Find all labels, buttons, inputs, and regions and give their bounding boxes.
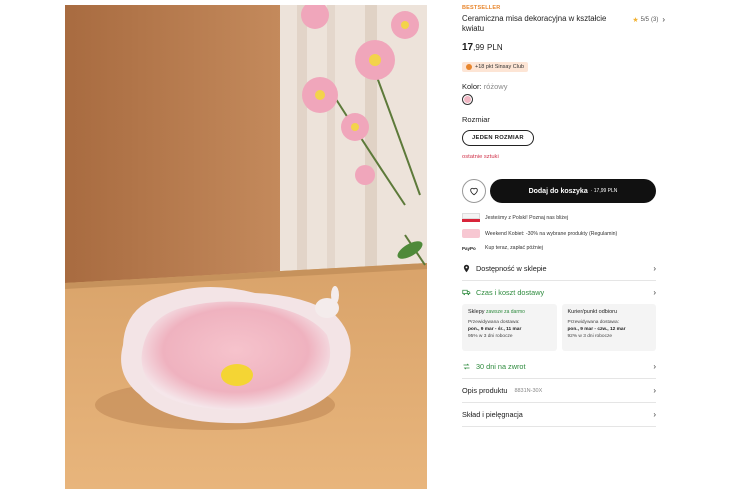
price-main: 17 [462, 42, 474, 53]
promo-icon [462, 229, 480, 238]
card-line: Przewidywana dostawa: [567, 320, 619, 325]
store-availability-label: Dostępność w sklepie [476, 264, 547, 273]
price-cents: ,99 [473, 43, 485, 52]
chevron-right-icon: › [662, 15, 665, 24]
card-dates: pon., 9 mar - śr., 11 mar [468, 327, 522, 332]
stock-note: ostatnie sztuki [462, 154, 499, 160]
location-pin-icon [463, 264, 470, 273]
add-to-cart-label: Dodaj do koszyka [528, 187, 588, 195]
product-photo[interactable] [65, 5, 427, 489]
card-tag: zawsze za darmo [486, 309, 525, 315]
rating-count: (3) [650, 16, 659, 23]
wishlist-button[interactable] [462, 179, 486, 203]
chevron-right-icon: › [653, 386, 656, 395]
product-image [65, 5, 427, 489]
chevron-right-icon: › [653, 264, 656, 273]
price: 17,99 PLN [462, 42, 656, 53]
add-to-cart-price: · 17,99 PLN [590, 188, 618, 194]
product-code: 8831N-30X [514, 387, 543, 394]
color-label: Kolor: różowy [462, 82, 656, 91]
card-dates: pon., 9 mar - czw., 12 mar [567, 327, 626, 332]
poland-flag-icon [462, 213, 480, 222]
paypo-icon: PayPo [462, 245, 476, 251]
size-option-button[interactable]: JEDEN ROZMIAR [462, 130, 534, 146]
delivery-card-courier: Kurier/punkt odbioru Przewidywana dostaw… [561, 304, 656, 351]
returns-row[interactable]: 30 dni na zwrot › [462, 355, 656, 379]
color-swatch-pink[interactable] [462, 94, 473, 105]
care-label: Skład i pielęgnacja [462, 410, 523, 419]
chevron-right-icon: › [653, 362, 656, 371]
card-title: Sklepy [468, 309, 485, 315]
product-title: Ceramiczna misa dekoracyjna w kształcie … [462, 14, 607, 33]
rating-link[interactable]: ★ 5/5 (3) › [632, 15, 665, 24]
description-row[interactable]: Opis produktu 8831N-30X › [462, 379, 656, 403]
club-points-text: +18 pkt Sinsay Club [475, 64, 525, 70]
return-arrows-icon [463, 363, 470, 370]
card-stat: 95% w 3 dni robocze [468, 334, 513, 339]
add-to-cart-button[interactable]: Dodaj do koszyka · 17,99 PLN [490, 179, 656, 203]
delivery-card-stores: Sklepy zawsze za darmo Przewidywana dost… [462, 304, 557, 351]
info-poland-text: Jesteśmy z Polski! Poznaj nas bliżej [485, 214, 569, 221]
description-label: Opis produktu [462, 386, 508, 395]
delivery-label: Czas i koszt dostawy [476, 288, 545, 297]
color-value: różowy [483, 82, 508, 91]
product-details-panel: BESTSELLER Ceramiczna misa dekoracyjna w… [462, 5, 665, 427]
heart-icon [470, 187, 478, 196]
care-row[interactable]: Skład i pielęgnacja › [462, 403, 656, 427]
club-points-badge: +18 pkt Sinsay Club [462, 62, 529, 72]
card-line: Przewidywana dostawa: [468, 320, 520, 325]
card-stat: 92% w 3 dni robocze [567, 334, 613, 339]
info-promo-text: Weekend Kobiet: -30% na wybrane produkty… [485, 230, 618, 237]
rating-value: 5/5 [640, 16, 649, 23]
info-paypo[interactable]: PayPo Kup teraz, zapłać później [462, 245, 656, 251]
store-availability-row[interactable]: Dostępność w sklepie › [462, 257, 656, 281]
delivery-row[interactable]: Czas i koszt dostawy › [462, 281, 656, 304]
size-label: Rozmiar [462, 115, 490, 124]
color-label-text: Kolor: [462, 82, 482, 91]
truck-icon [462, 289, 471, 296]
chevron-right-icon: › [653, 410, 656, 419]
card-title: Kurier/punkt odbioru [567, 309, 618, 315]
returns-label: 30 dni na zwrot [476, 362, 526, 371]
star-icon: ★ [632, 16, 639, 24]
coin-icon [466, 64, 472, 70]
chevron-right-icon: › [653, 288, 656, 297]
info-poland[interactable]: Jesteśmy z Polski! Poznaj nas bliżej [462, 213, 656, 222]
price-currency: PLN [487, 43, 503, 52]
info-promo[interactable]: Weekend Kobiet: -30% na wybrane produkty… [462, 229, 656, 238]
bestseller-badge: BESTSELLER [462, 5, 501, 11]
delivery-cards: Sklepy zawsze za darmo Przewidywana dost… [462, 304, 656, 351]
info-paypo-text: Kup teraz, zapłać później [485, 245, 543, 251]
